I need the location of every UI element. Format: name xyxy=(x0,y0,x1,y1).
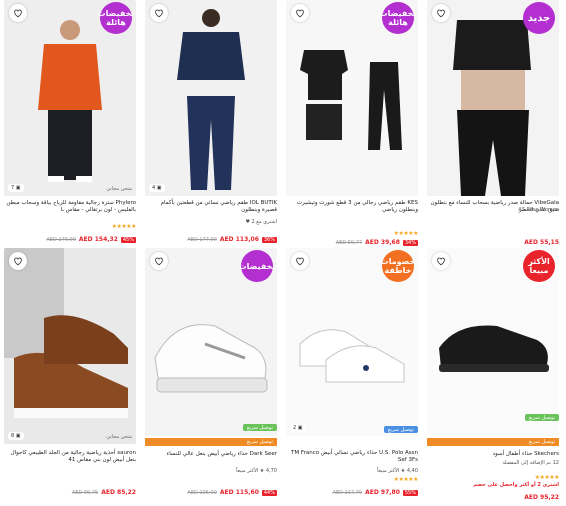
brown-sneakers-image xyxy=(4,248,136,444)
price-row: AED 95,22 xyxy=(427,493,559,502)
discount-badge: 55% xyxy=(402,489,418,496)
product-meta: 4,70 ★ الأكثر مبيعاً xyxy=(236,468,277,474)
product-title[interactable]: Phylero سترة رجالية مقاومة للرياح بياقة … xyxy=(4,200,136,214)
product-title[interactable]: U.S. Polo Assn حذاء رياضي نسائي أبيض TM … xyxy=(286,450,418,464)
price-row: AED 55,15 xyxy=(427,238,559,247)
product-card[interactable]: الأكثر مبيعاً توصيل سريع توصيل سريع Skec… xyxy=(427,248,560,504)
current-price: AED 85,22 xyxy=(101,489,136,496)
product-title[interactable]: sauron أحذية رياضية رجالية من الجلد الطب… xyxy=(4,450,136,464)
sale-badge: تخفيضات xyxy=(239,250,275,282)
discount-badge: 45% xyxy=(120,236,136,243)
best-seller-badge: الأكثر مبيعاً xyxy=(523,250,555,282)
fast-delivery-chip: توصيل سريع xyxy=(524,414,559,421)
promo-strip: توصيل سريع xyxy=(427,438,559,446)
product-image[interactable]: خصومات خاطفة 2 ▣ xyxy=(286,248,418,436)
sale-badge: تخفيضات هائلة xyxy=(380,2,416,34)
product-card[interactable]: تخفيضات توصيل سريع توصيل سريع Dark Seer … xyxy=(145,248,277,504)
product-card[interactable]: تخفيضات هائلة KES طقم رياضي رجالي من 3 ق… xyxy=(286,0,419,247)
sale-badge: تخفيضات هائلة xyxy=(98,2,134,34)
old-price: AED 59,77 xyxy=(335,239,363,246)
product-image[interactable]: تخفيضات هائلة 7 ▣ شحن مجاني xyxy=(4,0,136,196)
product-title[interactable]: IOL BUTIK طقم رياضي نسائي من قطعتين بأكم… xyxy=(145,200,277,214)
current-price: AED 115,60 xyxy=(219,489,259,496)
image-count: 7 ▣ xyxy=(8,184,24,192)
free-shipping-tag: شحن مجاني xyxy=(106,434,132,440)
free-shipping-tag: شحن مجاني xyxy=(106,186,132,192)
product-title[interactable]: KES طقم رياضي رجالي من 3 قطع شورت وتيشير… xyxy=(286,200,418,214)
price-row: AED 205,00 AED 115,60 44% xyxy=(145,488,277,497)
favorite-heart-icon[interactable] xyxy=(432,252,450,270)
rating-stars: ★★★★★ xyxy=(393,230,419,237)
bundle-offer-text[interactable]: اشتري 2 أو أكثر واحصل على خصم xyxy=(473,482,559,488)
discount-badge: 36% xyxy=(261,236,277,243)
favorite-heart-icon[interactable] xyxy=(150,252,168,270)
old-price: AED 205,00 xyxy=(187,489,217,496)
rating-stars: ★★★★★ xyxy=(111,223,137,230)
product-image[interactable]: 8 ▣ شحن مجاني xyxy=(4,248,136,444)
rating-stars: ★★★★★ xyxy=(534,474,560,481)
favorite-heart-icon[interactable] xyxy=(291,252,309,270)
price-row: AED 59,77 AED 39,68 34% xyxy=(286,238,418,247)
product-card[interactable]: 4 ▣ IOL BUTIK طقم رياضي نسائي من قطعتين … xyxy=(145,0,277,246)
product-card[interactable]: تخفيضات هائلة 7 ▣ شحن مجاني Phylero سترة… xyxy=(4,0,137,246)
product-image[interactable]: 4 ▣ xyxy=(145,0,277,196)
favorite-heart-icon[interactable] xyxy=(432,4,450,22)
price-row: AED 177,00 AED 113,06 36% xyxy=(145,235,277,244)
product-meta: 12 تم الإضافة إلى المفضلة xyxy=(502,460,559,466)
fast-delivery-chip: توصيل سريع xyxy=(242,424,277,431)
product-image[interactable]: تخفيضات هائلة xyxy=(286,0,418,196)
old-price: AED 177,00 xyxy=(187,236,217,243)
current-price: AED 97,80 xyxy=(365,489,400,496)
product-meta: AS Rose Women xyxy=(518,207,559,213)
old-price: AED 99,75 xyxy=(71,489,99,496)
current-price: AED 154,32 xyxy=(78,236,118,243)
discount-badge: 44% xyxy=(261,489,277,496)
product-card[interactable]: 8 ▣ شحن مجاني sauron أحذية رياضية رجالية… xyxy=(4,248,136,504)
image-count: 4 ▣ xyxy=(149,184,165,192)
product-title[interactable]: Dark Seer حذاء رياضي أبيض بنعل عالي للنس… xyxy=(145,451,277,458)
rating-stars: ★★★★★ xyxy=(393,476,419,483)
product-title[interactable]: Skechers حذاء أطفال أسود xyxy=(427,451,559,458)
favorite-heart-icon[interactable] xyxy=(150,4,168,22)
current-price: AED 95,22 xyxy=(524,494,559,501)
fast-delivery-chip: توصيل سريع xyxy=(383,426,418,433)
discount-badge: 34% xyxy=(402,239,418,246)
current-price: AED 113,06 xyxy=(219,236,259,243)
old-price: AED 279,00 xyxy=(46,236,76,243)
product-image[interactable]: جديد xyxy=(427,0,559,196)
new-badge: جديد xyxy=(523,2,555,34)
favorite-heart-icon[interactable] xyxy=(9,4,27,22)
product-image[interactable]: الأكثر مبيعاً xyxy=(427,248,559,436)
old-price: AED 217,79 xyxy=(332,489,363,496)
favorite-heart-icon[interactable] xyxy=(9,252,27,270)
product-meta: اشتري مع 2 ♥ xyxy=(245,219,277,225)
promo-strip: توصيل سريع xyxy=(145,438,277,446)
image-count: 8 ▣ xyxy=(8,432,24,440)
product-card[interactable]: جديد VibeGala حمالة صدر رياضية بسحاب للن… xyxy=(427,0,559,246)
current-price: AED 39,68 xyxy=(365,239,400,246)
product-card[interactable]: خصومات خاطفة 2 ▣ توصيل سريع U.S. Polo As… xyxy=(286,248,419,504)
flash-deal-badge: خصومات خاطفة xyxy=(381,250,415,282)
image-count: 2 ▣ xyxy=(290,424,306,432)
price-row: AED 99,75 AED 85,22 xyxy=(4,488,136,497)
woman-navy-set-image xyxy=(145,0,277,196)
product-image[interactable]: تخفيضات xyxy=(145,248,277,436)
current-price: AED 55,15 xyxy=(524,239,559,246)
price-row: AED 217,79 AED 97,80 55% xyxy=(286,488,418,497)
favorite-heart-icon[interactable] xyxy=(291,4,309,22)
product-meta: 4,40 ★ الأكثر مبيعاً xyxy=(377,468,418,474)
price-row: AED 279,00 AED 154,32 45% xyxy=(4,235,136,244)
